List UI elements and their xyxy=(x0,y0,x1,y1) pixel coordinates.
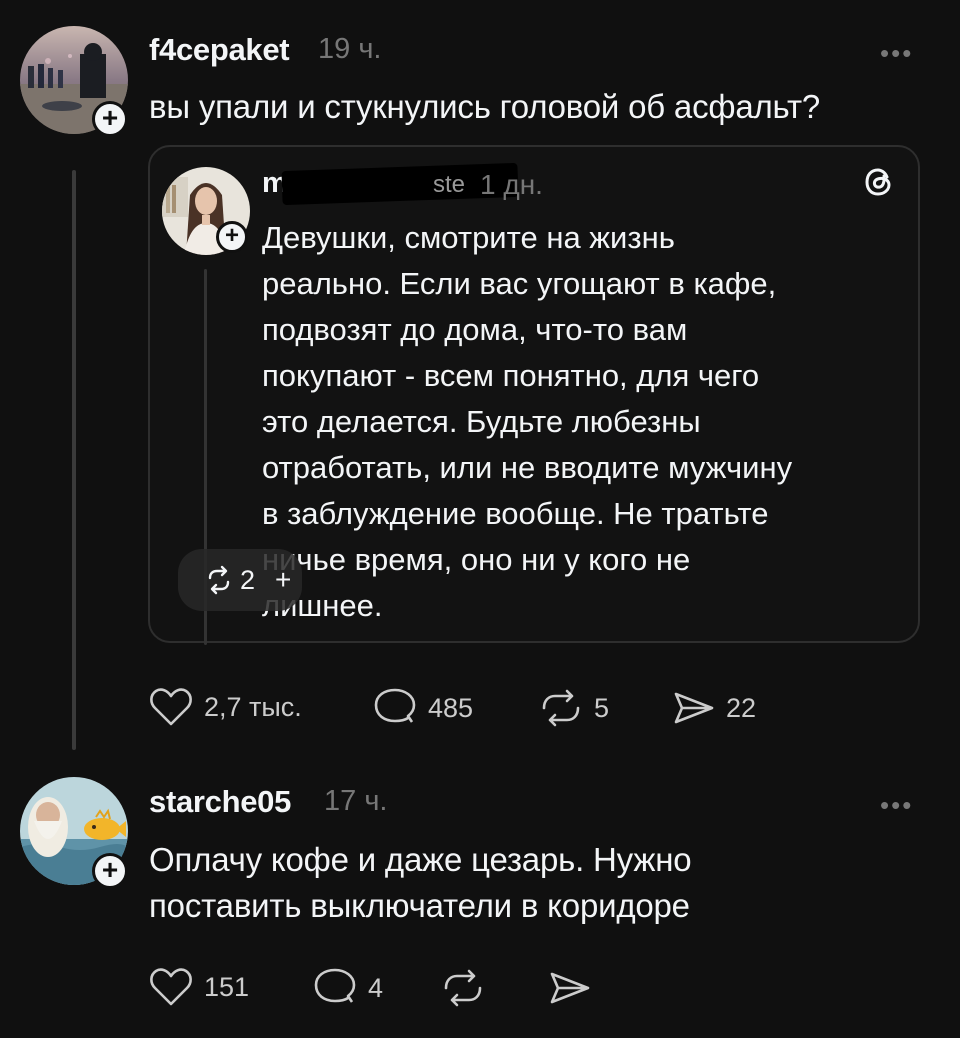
quoted-text-line: подвозят до дома, что-то вам xyxy=(262,312,688,347)
timestamp: 17 ч. xyxy=(324,785,388,817)
username[interactable]: f4cepaket xyxy=(149,32,290,68)
follow-plus-button[interactable]: + xyxy=(92,101,128,137)
reply-count: 485 xyxy=(428,692,474,723)
quoted-repost-overlay[interactable]: 2 + xyxy=(178,549,302,611)
send-icon xyxy=(674,692,714,724)
follow-plus-button[interactable]: + xyxy=(92,853,128,889)
heart-icon xyxy=(150,688,192,726)
share-count: 22 xyxy=(726,692,757,723)
like-button[interactable]: 151 xyxy=(148,966,249,1008)
repost-icon xyxy=(444,969,482,1007)
post-text-line: поставить выключатели в коридоре xyxy=(149,887,690,924)
comment-icon xyxy=(374,688,416,723)
reply-button[interactable]: 485 xyxy=(372,686,473,730)
send-icon xyxy=(550,972,590,1004)
post-text: вы упали и стукнулись головой об асфальт… xyxy=(149,88,821,125)
repost-icon xyxy=(542,689,580,727)
repost-button[interactable] xyxy=(440,968,486,1008)
quoted-text-line: в заблуждение вообще. Не тратьте xyxy=(262,496,769,531)
post-text: Оплачу кофе и даже цезарь. Нужно постави… xyxy=(149,837,692,929)
more-options-button[interactable]: ••• xyxy=(880,790,913,821)
quoted-timestamp: 1 дн. xyxy=(480,169,543,200)
repost-icon xyxy=(208,565,230,595)
comment-icon xyxy=(314,968,356,1003)
quoted-post-card[interactable]: + m ste 1 дн. Девушки, смотрите на жизнь… xyxy=(148,145,920,645)
threads-logo-icon xyxy=(862,165,896,199)
follow-plus-button[interactable]: + xyxy=(216,221,248,253)
quoted-text-line: Девушки, смотрите на жизнь xyxy=(262,220,675,255)
share-button[interactable] xyxy=(548,968,592,1008)
repost-button[interactable]: 5 xyxy=(538,688,609,728)
username[interactable]: starche05 xyxy=(149,784,291,820)
heart-icon xyxy=(150,968,192,1006)
more-options-button[interactable]: ••• xyxy=(880,38,913,69)
quoted-text-line: лишнее. xyxy=(262,588,383,623)
reply-button[interactable]: 4 xyxy=(312,966,383,1010)
quoted-text-line: покупают - всем понятно, для чего xyxy=(262,358,760,393)
quoted-text: Девушки, смотрите на жизнь реально. Если… xyxy=(262,215,912,629)
like-button[interactable]: 2,7 тыс. xyxy=(148,686,302,728)
share-button[interactable]: 22 xyxy=(672,688,756,728)
quoted-text-line: ничье время, оно ни у кого не xyxy=(262,542,691,577)
post-text-line: Оплачу кофе и даже цезарь. Нужно xyxy=(149,841,692,878)
reply-count: 4 xyxy=(368,972,384,1003)
quoted-text-line: реально. Если вас угощают в кафе, xyxy=(262,266,777,301)
timestamp: 19 ч. xyxy=(318,33,382,65)
thread-line xyxy=(72,170,76,750)
quoted-text-line: отработать, или не вводите мужчину xyxy=(262,450,793,485)
like-count: 2,7 тыс. xyxy=(204,691,302,722)
repost-count: 5 xyxy=(594,692,610,723)
quoted-text-line: это делается. Будьте любезны xyxy=(262,404,701,439)
quoted-username-tail: ste xyxy=(433,171,466,198)
like-count: 151 xyxy=(204,971,250,1002)
plus-icon: + xyxy=(275,564,292,595)
quoted-repost-count: 2 xyxy=(240,564,256,595)
